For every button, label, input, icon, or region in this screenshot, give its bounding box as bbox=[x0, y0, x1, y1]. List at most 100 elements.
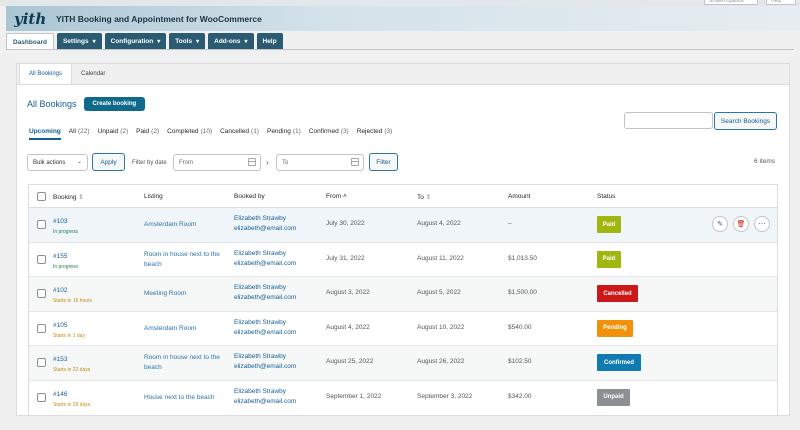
nav-tab-tools[interactable]: Tools ▾ bbox=[169, 33, 206, 50]
col-from[interactable]: From ˄ bbox=[326, 193, 347, 200]
select-all-checkbox[interactable] bbox=[37, 192, 46, 201]
nav-divider bbox=[6, 49, 794, 50]
filter-button[interactable]: Filter bbox=[369, 153, 398, 171]
booked-by-name[interactable]: Elizabeth Strawby bbox=[234, 352, 286, 362]
create-booking-button[interactable]: Create booking bbox=[83, 97, 146, 111]
table-row[interactable]: #155 In progress Room in house next to t… bbox=[29, 243, 777, 277]
booked-by-email[interactable]: elizabeth@email.com bbox=[234, 259, 296, 269]
booked-by-name[interactable]: Elizabeth Strawby bbox=[234, 249, 286, 259]
trash-icon[interactable]: 🗑 bbox=[733, 216, 749, 232]
plugin-nav: Dashboard Settings ▾ Configuration ▾ Tools… bbox=[6, 33, 283, 50]
booking-id-link[interactable]: #153 bbox=[53, 356, 67, 363]
nav-tab-label: Dashboard bbox=[13, 38, 47, 46]
screen-options-button[interactable]: Screen Options bbox=[704, 0, 758, 5]
listing-link[interactable]: Meeting Room bbox=[144, 289, 226, 299]
nav-tab-dashboard[interactable]: Dashboard bbox=[6, 33, 54, 50]
filter-completed[interactable]: Completed (10) bbox=[167, 128, 212, 140]
chevron-down-icon: ▾ bbox=[196, 39, 200, 45]
booking-starts-in: Starts in 1 day bbox=[53, 332, 85, 339]
table-row[interactable]: #102 Starts in 16 hours Meeting Room Eli… bbox=[29, 277, 777, 312]
filter-confirmed[interactable]: Confirmed (3) bbox=[309, 128, 349, 140]
status-badge: Confirmed bbox=[597, 354, 641, 371]
apply-button[interactable]: Apply bbox=[92, 153, 125, 171]
col-booked-by: Booked by bbox=[234, 193, 265, 200]
filter-rejected[interactable]: Rejected (3) bbox=[357, 128, 393, 140]
nav-tab-help[interactable]: Help bbox=[256, 33, 283, 50]
from-date: July 31, 2022 bbox=[326, 254, 365, 262]
booked-by-email[interactable]: elizabeth@email.com bbox=[234, 362, 296, 372]
from-date: July 30, 2022 bbox=[326, 220, 365, 227]
date-from-input[interactable]: From bbox=[173, 154, 261, 171]
chevron-down-icon: ⌄ bbox=[76, 159, 82, 165]
booking-id-link[interactable]: #105 bbox=[53, 322, 67, 329]
tab-calendar[interactable]: Calendar bbox=[72, 63, 114, 84]
table-row[interactable]: #103 In progress Amsterdam Room Elizabet… bbox=[29, 208, 777, 243]
nav-tab-settings[interactable]: Settings ▾ bbox=[56, 33, 102, 50]
pencil-icon[interactable]: ✎ bbox=[712, 216, 728, 232]
nav-tab-configuration[interactable]: Configuration ▾ bbox=[104, 33, 167, 50]
filter-upcoming[interactable]: Upcoming bbox=[29, 128, 61, 140]
ellipsis-icon[interactable]: ⋯ bbox=[754, 216, 770, 232]
amount: $342.00 bbox=[508, 392, 532, 400]
booking-id-link[interactable]: #155 bbox=[53, 253, 67, 260]
booking-id-link[interactable]: #146 bbox=[53, 391, 67, 398]
booking-id-link[interactable]: #103 bbox=[53, 218, 67, 225]
date-to-input[interactable]: To bbox=[276, 154, 364, 171]
plugin-header: yith YITH Booking and Appointment for Wo… bbox=[6, 6, 800, 31]
table-row[interactable]: #153 Starts in 22 days Room in house nex… bbox=[29, 346, 777, 381]
booked-by-email[interactable]: elizabeth@email.com bbox=[234, 224, 296, 234]
listing-link[interactable]: Room in house next to the beach bbox=[144, 250, 226, 270]
search-bookings-button[interactable]: Search Bookings bbox=[714, 112, 777, 130]
booked-by-email[interactable]: elizabeth@email.com bbox=[234, 397, 296, 407]
filter-paid[interactable]: Paid (2) bbox=[136, 128, 159, 140]
page-title: All Bookings bbox=[27, 99, 77, 109]
booking-starts-in: Starts in 16 hours bbox=[53, 298, 93, 304]
booked-by-name[interactable]: Elizabeth Strawby bbox=[234, 387, 286, 397]
filter-cancelled[interactable]: Cancelled (1) bbox=[220, 128, 259, 140]
row-checkbox[interactable] bbox=[37, 323, 46, 333]
col-to[interactable]: To ⇕ bbox=[417, 193, 431, 201]
col-booking[interactable]: Booking ⇕ bbox=[53, 193, 84, 201]
booking-id-link[interactable]: #102 bbox=[53, 287, 67, 294]
listing-link[interactable]: Amsterdam Room bbox=[144, 324, 226, 334]
help-button[interactable]: Help bbox=[766, 0, 796, 5]
filter-unpaid[interactable]: Unpaid (2) bbox=[98, 128, 129, 140]
booked-by-name[interactable]: Elizabeth Strawby bbox=[234, 283, 286, 293]
listing-link[interactable]: House next to the beach bbox=[144, 393, 226, 403]
booked-by-name[interactable]: Elizabeth Strawby bbox=[234, 318, 286, 328]
filter-all[interactable]: All (22) bbox=[69, 128, 90, 140]
filter-label: Unpaid bbox=[97, 128, 119, 135]
amount: $1,500.00 bbox=[508, 289, 537, 296]
row-checkbox[interactable] bbox=[37, 220, 46, 229]
filter-label: Pending bbox=[266, 128, 291, 135]
table-row[interactable]: #146 Starts in 29 days House next to the… bbox=[29, 381, 777, 416]
row-checkbox[interactable] bbox=[37, 358, 46, 367]
booked-by-email[interactable]: elizabeth@email.com bbox=[234, 328, 296, 338]
to-date: August 11, 2022 bbox=[417, 254, 464, 262]
from-date: August 25, 2022 bbox=[326, 358, 374, 365]
from-date: August 4, 2022 bbox=[326, 323, 370, 331]
tab-all-bookings[interactable]: All Bookings bbox=[19, 63, 73, 84]
filter-count: (2) bbox=[151, 128, 160, 135]
filter-label: Paid bbox=[136, 128, 150, 135]
table-header: Booking ⇕ Listing Booked by From ˄ To ⇕ … bbox=[29, 185, 777, 208]
row-checkbox[interactable] bbox=[37, 392, 46, 402]
booking-progress: In progress bbox=[53, 263, 79, 270]
chevron-right-icon: › bbox=[266, 158, 269, 167]
booking-starts-in: Starts in 29 days bbox=[53, 401, 91, 408]
nav-tab-addons[interactable]: Add-ons ▾ bbox=[208, 33, 254, 50]
col-label: Booking bbox=[53, 194, 77, 201]
row-checkbox[interactable] bbox=[37, 289, 46, 298]
search-input[interactable] bbox=[624, 112, 713, 129]
filter-pending[interactable]: Pending (1) bbox=[267, 128, 301, 140]
bulk-actions-select[interactable]: Bulk actions ⌄ bbox=[27, 154, 88, 171]
listing-link[interactable]: Room in house next to the beach bbox=[144, 353, 226, 373]
table-row[interactable]: #105 Starts in 1 day Amsterdam Room Eliz… bbox=[29, 312, 777, 346]
listing-link[interactable]: Amsterdam Room bbox=[144, 220, 226, 230]
col-status: Status bbox=[597, 193, 616, 200]
status-badge: Paid bbox=[597, 216, 621, 233]
filter-label: Completed bbox=[167, 128, 199, 135]
booked-by-name[interactable]: Elizabeth Strawby bbox=[234, 214, 286, 224]
row-checkbox[interactable] bbox=[37, 254, 46, 264]
booked-by-email[interactable]: elizabeth@email.com bbox=[234, 293, 296, 303]
